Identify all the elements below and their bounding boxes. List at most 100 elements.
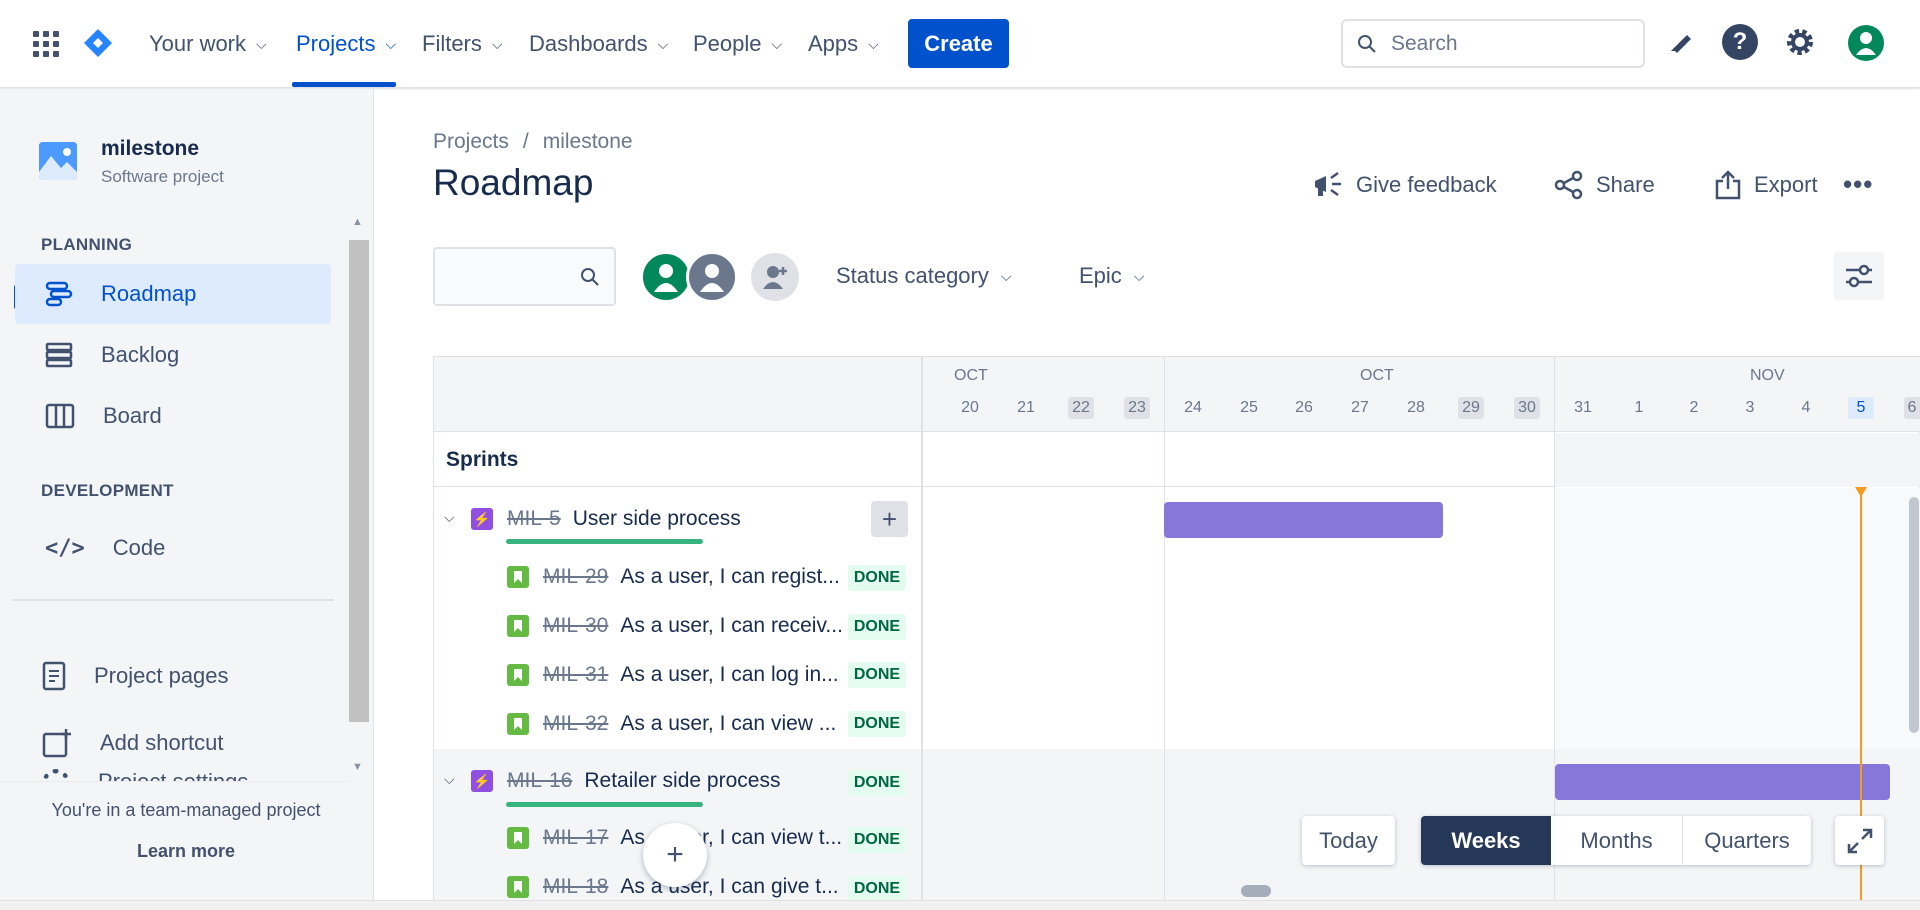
child-issue-row[interactable]: MIL-31 As a user, I can log in... [507,663,839,687]
epic-filter[interactable]: Epic ⌵ [1079,263,1144,289]
epic-row[interactable]: ⚡ MIL-5 User side process [471,507,741,531]
day-label: 22 [1068,397,1094,419]
epic-expand-chevron-icon[interactable]: ⌵ [444,771,455,788]
epic-timeline-bar[interactable] [1555,764,1890,800]
nav-projects[interactable]: Projects ⌵ [296,0,396,88]
months-tab[interactable]: Months [1551,816,1683,865]
day-label: 23 [1124,397,1150,419]
epic-row[interactable]: ⚡ MIL-16 Retailer side process [471,769,780,793]
sidebar-item-label: Project pages [94,663,229,688]
nav-dashboards[interactable]: Dashboards ⌵ [529,0,668,88]
page-horizontal-scrollbar[interactable] [0,900,1920,910]
issue-title[interactable]: As a user, I can view ... [620,712,836,736]
child-issue-row[interactable]: MIL-29 As a user, I can regist... [507,565,840,589]
scroll-down-arrow-icon[interactable]: ▼ [352,761,363,773]
day-label: 30 [1514,397,1540,419]
issue-key[interactable]: MIL-30 [543,614,608,638]
chevron-down-icon: ⌵ [1133,267,1145,284]
issue-key[interactable]: MIL-17 [543,826,608,850]
issue-key[interactable]: MIL-31 [543,663,608,687]
sidebar-scrollbar-thumb[interactable] [349,240,369,722]
story-icon [507,566,529,588]
settings-gear-icon[interactable] [1782,24,1818,60]
nav-your-work[interactable]: Your work ⌵ [149,0,267,88]
status-category-filter[interactable]: Status category ⌵ [836,263,1012,289]
today-button[interactable]: Today [1302,816,1395,865]
day-label: 2 [1689,399,1699,416]
project-name[interactable]: milestone [101,137,199,161]
view-settings-button[interactable] [1834,252,1884,300]
issue-key[interactable]: MIL-5 [507,507,561,531]
breadcrumb-projects[interactable]: Projects [433,130,509,154]
search-input[interactable]: Search [1341,19,1645,68]
learn-more-link[interactable]: Learn more [0,841,372,862]
give-feedback-label: Give feedback [1356,172,1497,197]
week-separator [1164,749,1165,901]
issue-title[interactable]: As a user, I can regist... [620,565,839,589]
issue-title[interactable]: User side process [573,507,741,531]
story-icon [507,664,529,686]
issue-key[interactable]: MIL-29 [543,565,608,589]
day-label: 29 [1458,397,1484,419]
issue-title[interactable]: Retailer side process [584,769,780,793]
roadmap-search-input[interactable] [433,247,616,306]
avatar[interactable] [686,251,738,303]
epic-icon: ⚡ [471,508,493,530]
timeline-vertical-scrollbar[interactable] [1909,497,1919,733]
weeks-tab[interactable]: Weeks [1421,816,1551,865]
expand-icon [1847,828,1872,853]
jira-logo-icon[interactable] [82,27,114,59]
sliders-icon [1846,264,1872,288]
export-button[interactable]: Export [1714,170,1818,200]
epic-timeline-bar[interactable] [1164,502,1443,538]
fullscreen-button[interactable] [1835,816,1884,865]
sidebar-item-roadmap[interactable]: Roadmap [15,264,331,324]
help-icon[interactable]: ? [1722,24,1758,60]
give-feedback-button[interactable]: Give feedback [1312,170,1497,200]
story-icon [507,615,529,637]
breadcrumb-milestone[interactable]: milestone [543,130,633,154]
epic-label: Epic [1079,263,1122,288]
sidebar-divider [12,599,334,601]
sidebar-item-project-pages[interactable]: Project pages [12,646,328,706]
add-child-issue-button[interactable]: + [871,501,908,537]
nav-people[interactable]: People ⌵ [693,0,782,88]
share-button[interactable]: Share [1554,170,1655,200]
sidebar-item-project-settings[interactable]: Project settings [42,761,342,781]
create-issue-floating-button[interactable]: + [643,823,707,887]
page-icon [42,661,66,691]
issue-title[interactable]: As a user, I can receiv... [620,614,843,638]
sidebar-item-backlog[interactable]: Backlog [15,325,331,385]
sidebar-item-label: Roadmap [101,281,197,306]
day-label: 24 [1184,399,1202,416]
epic-progress-bar [506,802,703,807]
issue-key[interactable]: MIL-18 [543,875,608,899]
nav-filters[interactable]: Filters ⌵ [422,0,503,88]
team-managed-text: You're in a team-managed project [51,800,321,820]
quarters-tab[interactable]: Quarters [1683,816,1811,865]
issue-key[interactable]: MIL-16 [507,769,572,793]
avatar[interactable] [640,251,692,303]
scroll-up-arrow-icon[interactable]: ▲ [352,216,363,228]
user-avatar[interactable] [1848,25,1884,61]
more-actions-icon[interactable]: ••• [1843,169,1873,200]
create-button[interactable]: Create [908,19,1009,68]
chevron-down-icon: ⌵ [657,35,669,52]
sidebar-item-code[interactable]: </> Code [15,518,331,578]
app-switcher-icon[interactable] [33,31,59,57]
issue-key[interactable]: MIL-32 [543,712,608,736]
timeline-horizontal-scrollbar[interactable] [1241,885,1271,897]
sidebar-item-board[interactable]: Board [15,386,331,446]
project-type: Software project [101,167,224,186]
status-badge: DONE [848,565,906,591]
sidebar-item-label: Backlog [101,342,180,367]
add-people-icon[interactable] [751,253,799,301]
epic-expand-chevron-icon[interactable]: ⌵ [444,509,455,526]
child-issue-row[interactable]: MIL-32 As a user, I can view ... [507,712,836,736]
issue-title[interactable]: As a user, I can log in... [620,663,838,687]
child-issue-row[interactable]: MIL-30 As a user, I can receiv... [507,614,843,638]
notifications-icon[interactable] [1662,24,1698,60]
nav-apps[interactable]: Apps ⌵ [808,0,879,88]
page-title: Roadmap [433,162,594,203]
project-avatar[interactable] [39,142,77,180]
